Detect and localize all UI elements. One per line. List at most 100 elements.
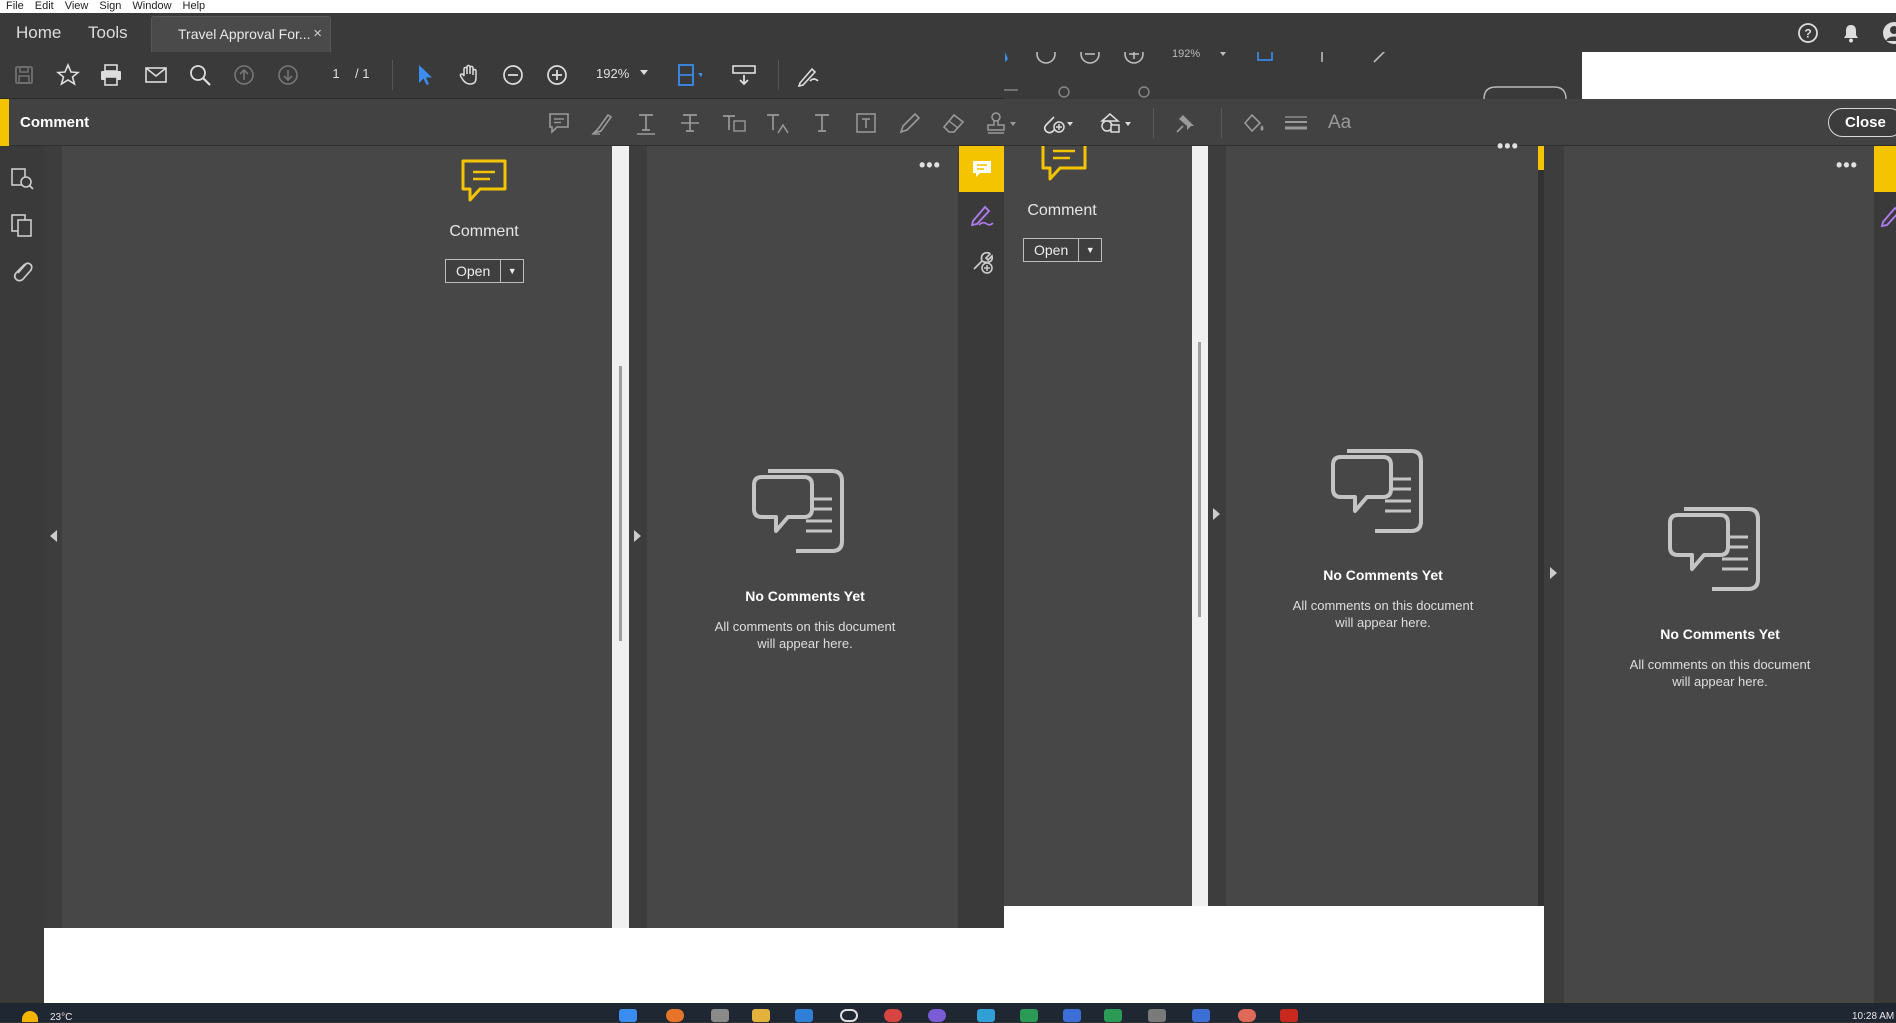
toolbar-divider <box>392 60 393 90</box>
taskbar-app-icon[interactable] <box>711 1009 729 1022</box>
text-box-icon[interactable] <box>852 109 880 137</box>
zoom-dropdown-chevron-icon[interactable] <box>640 70 648 75</box>
menu-file[interactable]: File <box>6 0 24 13</box>
open-dropdown-chevron-icon[interactable]: ▼ <box>501 260 523 282</box>
pin-icon[interactable] <box>1172 109 1200 137</box>
email-icon[interactable] <box>143 62 169 88</box>
menu-bar: File Edit View Sign Window Help <box>0 0 1896 13</box>
right-tools-rail <box>958 146 1004 928</box>
weather-sun-icon[interactable] <box>22 1011 38 1022</box>
scrollbar-thumb[interactable] <box>619 366 622 641</box>
comment-tool-label-2: Comment <box>1027 202 1097 219</box>
menu-window[interactable]: Window <box>132 0 171 13</box>
profile-avatar[interactable] <box>1882 21 1896 45</box>
comment-rail-active[interactable] <box>959 146 1004 192</box>
acrobat-taskbar-icon[interactable] <box>1280 1009 1298 1022</box>
taskbar-app-icon[interactable] <box>1020 1009 1038 1022</box>
draw-pencil-icon[interactable] <box>896 109 924 137</box>
comment-rail-active-3[interactable] <box>1874 146 1896 192</box>
line-weight-icon[interactable] <box>1282 109 1310 137</box>
find-search-icon[interactable] <box>187 62 213 88</box>
page-fit-icon[interactable] <box>676 62 702 88</box>
taskbar-app-icon[interactable] <box>666 1009 684 1022</box>
scroll-mode-icon[interactable] <box>731 62 757 88</box>
replace-text-icon[interactable] <box>720 109 748 137</box>
taskbar-app-icon[interactable] <box>928 1009 946 1022</box>
menu-sign[interactable]: Sign <box>99 0 121 13</box>
taskbar-app-icon[interactable] <box>1104 1009 1122 1022</box>
expand-panel-icon[interactable] <box>1213 508 1220 520</box>
zoom-out-icon[interactable] <box>500 62 526 88</box>
bookmark-star-icon[interactable] <box>55 62 81 88</box>
taskbar-app-icon[interactable] <box>1148 1009 1166 1022</box>
taskbar-clock: 10:28 AM <box>1852 1011 1895 1022</box>
pages-icon[interactable] <box>9 212 35 238</box>
ghost-toolbar: 192% <box>1004 48 1582 99</box>
select-cursor-icon[interactable] <box>412 62 438 88</box>
tab-document[interactable]: Travel Approval For... × <box>151 16 331 52</box>
fill-color-icon[interactable] <box>1240 109 1268 137</box>
close-tab-icon[interactable]: × <box>313 17 322 51</box>
taskbar-app-icon[interactable] <box>795 1009 813 1022</box>
zoom-level-dropdown[interactable]: 192% <box>596 66 629 81</box>
highlight-text-icon[interactable] <box>588 109 616 137</box>
taskbar-app-icon[interactable] <box>977 1009 995 1022</box>
eraser-icon[interactable] <box>940 109 968 137</box>
file-explorer-icon[interactable] <box>752 1009 770 1022</box>
strikethrough-icon[interactable] <box>676 109 704 137</box>
taskbar-app-icon[interactable] <box>1063 1009 1081 1022</box>
scrollbar-thumb-2[interactable] <box>1198 342 1201 617</box>
vertical-scrollbar-2[interactable] <box>1192 146 1208 906</box>
open-tool-button[interactable]: Open ▼ <box>445 259 525 283</box>
comment-toolbar: Comment Aa Close <box>0 99 1896 146</box>
menu-view[interactable]: View <box>65 0 89 13</box>
save-icon[interactable] <box>11 62 37 88</box>
taskbar-app-icon[interactable] <box>1238 1009 1256 1022</box>
open-tool-button-2[interactable]: Open ▼ <box>1023 238 1103 262</box>
page-number-input[interactable]: 1 <box>325 66 347 81</box>
open-dropdown-chevron-icon[interactable]: ▼ <box>1079 239 1101 261</box>
document-pane <box>62 146 612 928</box>
start-windows-icon[interactable] <box>619 1009 637 1022</box>
close-comment-button[interactable]: Close <box>1828 108 1896 137</box>
fill-sign-icon[interactable] <box>969 203 995 229</box>
vertical-scrollbar[interactable] <box>612 146 629 928</box>
comment-tool-icon[interactable] <box>458 157 510 205</box>
collapse-left-panel-icon[interactable] <box>50 530 57 542</box>
print-icon[interactable] <box>98 62 124 88</box>
taskbar-app-icon[interactable] <box>840 1009 858 1022</box>
comment-tool-icon-2[interactable] <box>1038 146 1090 184</box>
fill-sign-pen-icon[interactable] <box>796 62 822 88</box>
help-icon[interactable]: ? <box>1797 22 1819 44</box>
taskbar-app-icon[interactable] <box>1192 1009 1210 1022</box>
right-tools-rail-3 <box>1874 146 1896 1003</box>
expand-panel-icon[interactable] <box>1550 567 1557 579</box>
expand-panel-icon[interactable] <box>634 530 641 542</box>
stamp-icon[interactable] <box>984 109 1020 137</box>
more-options-icon[interactable]: ••• <box>1836 155 1858 176</box>
browser-icon[interactable] <box>884 1009 902 1022</box>
more-tools-icon[interactable] <box>969 249 995 275</box>
menu-edit[interactable]: Edit <box>35 0 54 13</box>
next-page-icon[interactable] <box>275 62 301 88</box>
tab-tools[interactable]: Tools <box>88 13 128 52</box>
more-options-icon[interactable]: ••• <box>919 155 941 176</box>
more-options-icon[interactable]: ••• <box>1497 136 1519 157</box>
insert-text-icon[interactable] <box>764 109 792 137</box>
white-window-gap <box>1582 52 1896 99</box>
shapes-icon[interactable] <box>1096 109 1136 137</box>
attachments-paperclip-icon[interactable] <box>9 258 35 284</box>
sticky-note-icon[interactable] <box>545 109 573 137</box>
underline-text-icon[interactable] <box>632 109 660 137</box>
zoom-in-icon[interactable] <box>544 62 570 88</box>
page-thumbnails-icon[interactable] <box>9 166 35 192</box>
hand-pan-icon[interactable] <box>456 62 482 88</box>
attach-file-icon[interactable] <box>1040 109 1076 137</box>
add-text-icon[interactable] <box>808 109 836 137</box>
menu-help[interactable]: Help <box>183 0 206 13</box>
text-size-icon[interactable]: Aa <box>1328 99 1351 146</box>
fill-sign-icon-3[interactable] <box>1879 204 1896 228</box>
notifications-bell-icon[interactable] <box>1841 22 1861 44</box>
tab-home[interactable]: Home <box>16 13 61 52</box>
previous-page-icon[interactable] <box>231 62 257 88</box>
